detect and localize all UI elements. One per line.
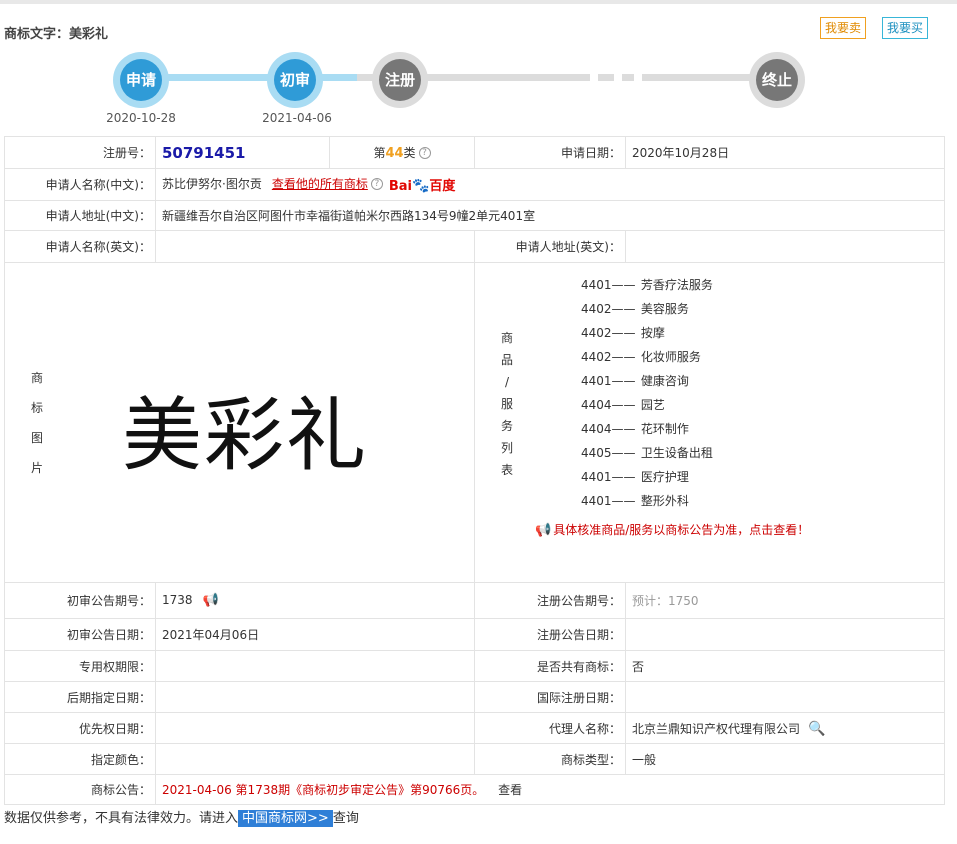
list-item: 4402—— 美容服务: [581, 302, 689, 316]
trademark-detail-table: 注册号： 50791451 第44类? 申请日期： 2020年10月28日 申请…: [4, 136, 945, 805]
prelim-date-value: 2021年04月06日: [155, 618, 475, 651]
shared-label: 是否共有商标：: [474, 650, 626, 682]
exclusive-period-value: [155, 650, 475, 682]
reg-pub-no-value: 预计：1750: [625, 582, 945, 619]
announce-cell: 2021-04-06 第1738期《商标初步审定公告》第90766页。 查看: [155, 774, 945, 805]
agent-value: 北京兰鼎知识产权代理有限公司: [632, 721, 801, 736]
baidu-search-button[interactable]: Bai🐾百度: [389, 175, 456, 194]
buy-button[interactable]: 我要买: [882, 17, 929, 39]
sell-button[interactable]: 我要卖: [820, 17, 867, 39]
list-item: 4401—— 整形外科: [581, 494, 689, 508]
goods-cell: 商 品 / 服 务 列 表 4401—— 芳香疗法服务 4402—— 美容服务 …: [474, 262, 945, 583]
address-en-value: [625, 230, 945, 263]
agent-label: 代理人名称：: [474, 712, 626, 744]
reg-pub-date-value: [625, 618, 945, 651]
color-label: 指定颜色：: [4, 743, 156, 775]
list-item: 4405—— 卫生设备出租: [581, 446, 713, 460]
step-terminate: 终止: [749, 52, 805, 108]
announce-label: 商标公告：: [4, 774, 156, 805]
page-title: 商标文字：美彩礼: [4, 27, 109, 42]
step-register-label: 注册: [379, 59, 421, 101]
applicant-cn-value: 苏比伊努尔·图尔贡: [162, 177, 262, 191]
list-item: 4404—— 花环制作: [581, 422, 689, 436]
megaphone-icon: 📢: [535, 523, 552, 538]
list-item: 4402—— 化妆师服务: [581, 350, 701, 364]
mark-image: 美彩礼: [122, 389, 368, 482]
footer-text: 数据仅供参考，不具有法律效力。请进入: [4, 811, 239, 826]
goods-notice-link[interactable]: 📢 具体核准商品/服务以商标公告为准，点击查看！: [475, 521, 809, 538]
type-label: 商标类型：: [474, 743, 626, 775]
step-prelim-date: 2021-04-06: [262, 111, 332, 125]
priority-date-label: 优先权日期：: [4, 712, 156, 744]
later-date-value: [155, 681, 475, 713]
later-date-label: 后期指定日期：: [4, 681, 156, 713]
goods-list: 4401—— 芳香疗法服务 4402—— 美容服务 4402—— 按摩 4402…: [475, 273, 713, 513]
intl-date-label: 国际注册日期：: [474, 681, 626, 713]
step-terminate-label: 终止: [756, 59, 798, 101]
list-item: 4402—— 按摩: [581, 326, 665, 340]
agent-cell: 北京兰鼎知识产权代理有限公司 🔍: [625, 712, 945, 744]
footer-disclaimer: 数据仅供参考，不具有法律效力。请进入 中国商标网>> 查询: [4, 807, 359, 827]
class-number: 44: [385, 146, 404, 161]
color-value: [155, 743, 475, 775]
address-cn-value: 新疆维吾尔自治区阿图什市幸福街道帕米尔西路134号9幢2单元401室: [155, 200, 945, 231]
priority-date-value: [155, 712, 475, 744]
prelim-no-label: 初审公告期号：: [4, 582, 156, 619]
apply-date-value: 2020年10月28日: [625, 136, 945, 169]
footer-suffix: 查询: [332, 811, 359, 826]
prelim-no-cell: 1738 📢: [155, 582, 475, 619]
announce-view-link[interactable]: 查看: [498, 783, 522, 797]
applicant-en-value: [155, 230, 475, 263]
reg-no-cell: 50791451: [155, 136, 330, 169]
shared-value: 否: [625, 650, 945, 682]
class-cell: 第44类?: [329, 136, 475, 169]
list-item: 4401—— 芳香疗法服务: [581, 278, 713, 292]
megaphone-icon[interactable]: 📢: [203, 593, 219, 608]
list-item: 4401—— 医疗护理: [581, 470, 689, 484]
address-en-label: 申请人地址(英文)：: [474, 230, 626, 263]
class-suffix: 类: [403, 146, 416, 160]
applicant-cn-cell: 苏比伊努尔·图尔贡 查看他的所有商标? Bai🐾百度: [155, 168, 945, 201]
reg-pub-no-label: 注册公告期号：: [474, 582, 626, 619]
baidu-logo-suffix: 百度: [429, 179, 456, 194]
address-cn-label: 申请人地址(中文)：: [4, 200, 156, 231]
all-marks-link[interactable]: 查看他的所有商标: [272, 177, 368, 191]
list-item: 4404—— 园艺: [581, 398, 665, 412]
step-apply-label: 申请: [120, 59, 162, 101]
step-register: 注册: [372, 52, 428, 108]
baidu-paw-icon: 🐾: [411, 178, 430, 194]
top-divider: [0, 0, 957, 4]
status-progress: 申请 2020-10-28 初审 2021-04-06 注册 终止: [0, 45, 957, 130]
cn-trademark-link[interactable]: 中国商标网>>: [238, 810, 333, 827]
step-apply: 申请: [113, 52, 169, 108]
reg-no-value: 50791451: [162, 143, 246, 162]
progress-bar-filled-1: [160, 74, 280, 81]
step-apply-date: 2020-10-28: [106, 111, 176, 125]
exclusive-period-label: 专用权期限：: [4, 650, 156, 682]
announce-value: 2021-04-06 第1738期《商标初步审定公告》第90766页。: [162, 783, 485, 797]
reg-pub-date-label: 注册公告日期：: [474, 618, 626, 651]
class-prefix: 第: [373, 146, 386, 160]
applicant-cn-label: 申请人名称(中文)：: [4, 168, 156, 201]
help-icon[interactable]: ?: [418, 147, 431, 159]
prelim-no-value: 1738: [162, 593, 193, 607]
mark-image-cell: 商 标 图 片 美彩礼: [4, 262, 475, 583]
intl-date-value: [625, 681, 945, 713]
apply-date-label: 申请日期：: [474, 136, 626, 169]
mark-image-label: 商 标 图 片: [30, 371, 43, 475]
step-prelim: 初审: [267, 52, 323, 108]
applicant-en-label: 申请人名称(英文)：: [4, 230, 156, 263]
type-value: 一般: [625, 743, 945, 775]
prelim-date-label: 初审公告日期：: [4, 618, 156, 651]
reg-no-label: 注册号：: [4, 136, 156, 169]
step-prelim-label: 初审: [274, 59, 316, 101]
baidu-logo-text: Bai: [388, 179, 412, 194]
help-icon[interactable]: ?: [370, 178, 383, 190]
search-icon[interactable]: 🔍: [808, 721, 825, 737]
list-item: 4401—— 健康咨询: [581, 374, 689, 388]
